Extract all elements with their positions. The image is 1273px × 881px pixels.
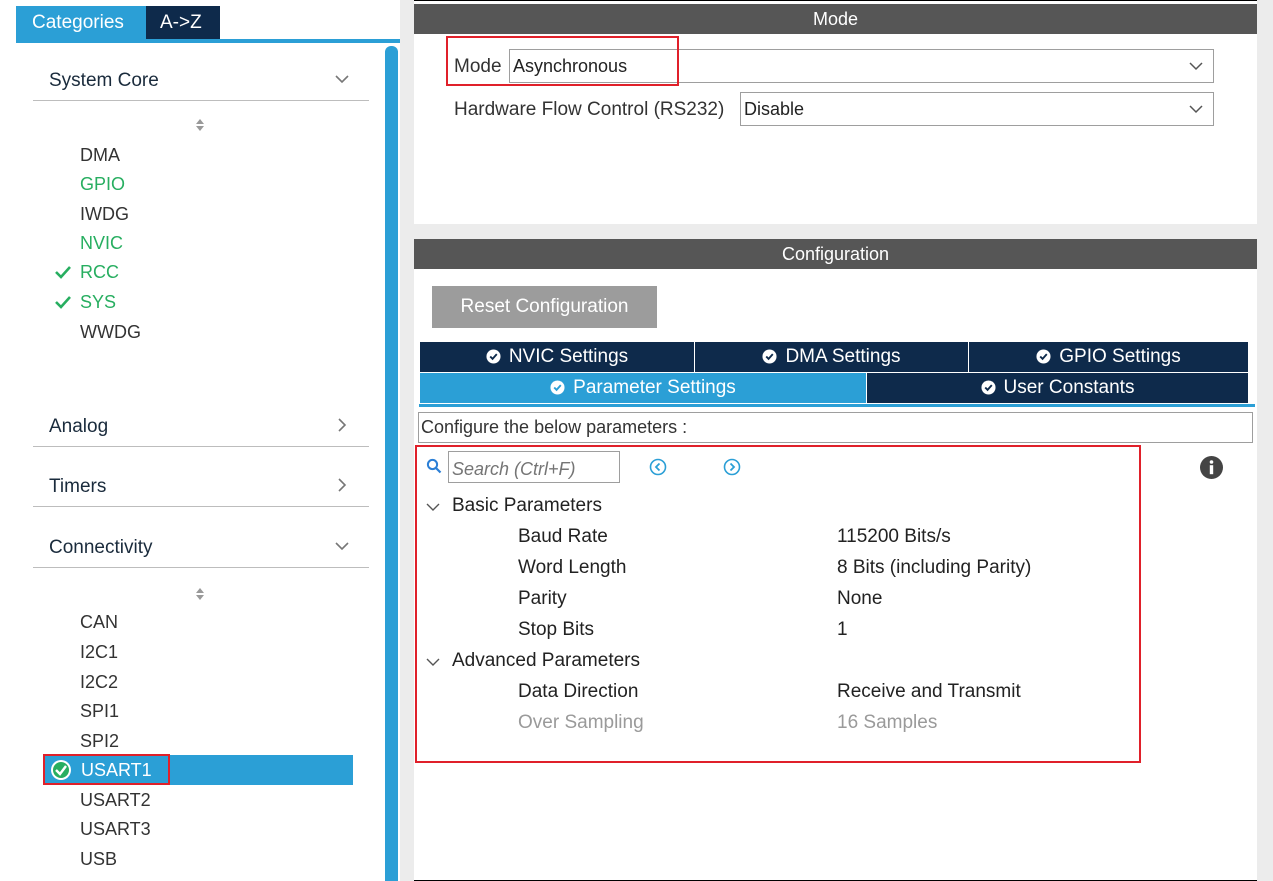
tab-parameter-settings[interactable]: Parameter Settings — [420, 373, 866, 403]
tab-user-constants[interactable]: User Constants — [867, 373, 1248, 403]
tab-gpio-settings[interactable]: GPIO Settings — [969, 342, 1248, 372]
tab-label: NVIC Settings — [508, 346, 629, 367]
hfc-select[interactable]: Disable — [740, 92, 1214, 126]
group-connectivity[interactable]: Connectivity — [33, 524, 369, 568]
peripheral-gpio[interactable]: GPIO — [80, 169, 125, 199]
tab-label: DMA Settings — [785, 346, 901, 367]
chevron-down-icon — [335, 75, 349, 84]
left-panel: Categories A->Z System Core DMA GPIO IWD… — [0, 0, 400, 881]
hfc-select-value: Disable — [744, 99, 805, 119]
category-tab-underline — [16, 39, 400, 43]
sort-icon[interactable] — [194, 586, 206, 602]
check-circle-icon — [762, 349, 777, 364]
configure-caption: Configure the below parameters : — [418, 412, 1253, 443]
peripheral-rcc[interactable]: RCC — [55, 257, 119, 287]
peripheral-nvic[interactable]: NVIC — [80, 228, 123, 258]
peripheral-i2c1[interactable]: I2C1 — [80, 637, 118, 667]
chevron-right-icon — [338, 418, 347, 432]
chevron-down-icon — [335, 542, 349, 551]
check-circle-icon — [980, 380, 996, 395]
check-icon — [55, 296, 71, 309]
category-tabs: Categories A->Z — [16, 6, 220, 39]
peripheral-iwdg[interactable]: IWDG — [80, 199, 129, 229]
peripheral-sys[interactable]: SYS — [55, 287, 117, 317]
group-system-core[interactable]: System Core — [33, 57, 369, 101]
group-label: System Core — [49, 70, 159, 91]
peripheral-usb[interactable]: USB — [80, 844, 117, 874]
check-icon — [55, 266, 71, 279]
peripheral-label: SYS — [80, 292, 117, 312]
configuration-header: Configuration — [414, 239, 1257, 269]
section-gap — [414, 224, 1257, 239]
tab-label: User Constants — [1003, 377, 1135, 398]
group-label: Analog — [49, 416, 109, 437]
group-analog[interactable]: Analog — [33, 403, 369, 447]
usart1-highlight — [43, 754, 170, 785]
tab-nvic-settings[interactable]: NVIC Settings — [420, 342, 694, 372]
peripheral-wwdg[interactable]: WWDG — [80, 317, 141, 347]
info-icon[interactable] — [1199, 455, 1224, 480]
group-timers[interactable]: Timers — [33, 463, 369, 507]
chevron-right-icon — [338, 478, 347, 492]
check-circle-icon — [1036, 349, 1051, 364]
sort-icon[interactable] — [194, 117, 206, 133]
peripheral-spi2[interactable]: SPI2 — [80, 726, 119, 756]
chevron-down-icon — [1189, 105, 1203, 114]
check-circle-icon — [550, 380, 565, 395]
right-edge — [1257, 0, 1273, 881]
reset-configuration-button[interactable]: Reset Configuration — [432, 286, 657, 328]
tab-label: Parameter Settings — [573, 377, 736, 398]
mode-header: Mode — [414, 4, 1257, 34]
tab-categories[interactable]: Categories — [16, 6, 146, 39]
peripheral-dma[interactable]: DMA — [80, 140, 120, 170]
peripheral-can[interactable]: CAN — [80, 607, 118, 637]
tab-underline — [419, 404, 1255, 407]
peripheral-usart2[interactable]: USART2 — [80, 785, 151, 815]
group-label: Timers — [49, 476, 107, 497]
hfc-label: Hardware Flow Control (RS232) — [454, 99, 725, 120]
mode-highlight — [446, 36, 679, 86]
peripheral-usart3[interactable]: USART3 — [80, 814, 151, 844]
chevron-down-icon — [1189, 62, 1203, 71]
tab-label: GPIO Settings — [1059, 346, 1181, 367]
check-circle-icon — [486, 349, 501, 364]
panel-divider[interactable] — [400, 0, 414, 881]
parameters-highlight — [415, 445, 1141, 763]
peripheral-spi1[interactable]: SPI1 — [80, 696, 119, 726]
peripheral-label: RCC — [80, 262, 119, 282]
peripheral-i2c2[interactable]: I2C2 — [80, 667, 118, 697]
group-label: Connectivity — [49, 537, 153, 558]
left-scrollbar[interactable] — [385, 46, 398, 881]
tab-dma-settings[interactable]: DMA Settings — [695, 342, 968, 372]
tab-a-to-z[interactable]: A->Z — [146, 6, 220, 39]
